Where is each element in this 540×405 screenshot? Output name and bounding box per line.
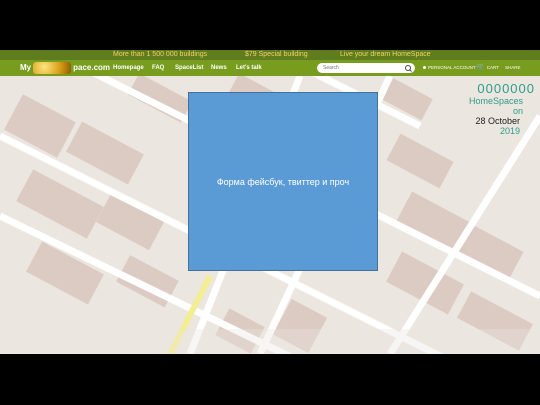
cart-label: CART — [486, 65, 499, 71]
nav-item-homepage[interactable]: Homepage — [113, 60, 144, 76]
banner-item-dream: Live your dream HomeSpace — [340, 51, 431, 58]
site-logo[interactable]: My pace.com — [20, 61, 110, 75]
banner-item-special: $79 Special building — [245, 51, 308, 58]
counter-date: 28 October — [475, 116, 520, 126]
slide: More than 1 500 000 buildings $79 Specia… — [0, 0, 540, 405]
counter-label: HomeSpaces — [468, 96, 523, 106]
counter-on: on — [512, 106, 523, 116]
logo-text-left: My — [20, 63, 32, 72]
user-icon — [423, 66, 426, 70]
nav-item-faq[interactable]: FAQ — [152, 60, 164, 76]
nav-item-news[interactable]: News — [211, 60, 227, 76]
search-icon[interactable] — [405, 65, 411, 71]
share-link[interactable]: SHARE — [505, 60, 521, 76]
placeholder-text: Форма фейсбук, твиттер и проч — [216, 176, 350, 187]
cart-link[interactable]: 🛒 CART — [476, 60, 499, 76]
counter-value: 0000000 — [477, 81, 535, 96]
search-box — [317, 63, 415, 73]
counter-year: 2019 — [499, 126, 520, 136]
main-navbar: My pace.com Homepage FAQ SpaceList News L… — [0, 60, 540, 76]
social-form-placeholder: Форма фейсбук, твиттер и проч — [188, 92, 378, 271]
search-input[interactable] — [323, 63, 403, 73]
nav-item-lets-talk[interactable]: Let's talk — [236, 60, 262, 76]
personal-account-label: PERSONAL ACCOUNT — [428, 65, 476, 70]
logo-text-right: pace.com — [73, 63, 111, 72]
cart-icon: 🛒 — [476, 64, 485, 71]
banner-item-buildings: More than 1 500 000 buildings — [113, 51, 208, 58]
top-banner: More than 1 500 000 buildings $79 Specia… — [0, 50, 540, 60]
homespaces-counter: 0000000 HomeSpaces on 28 October 2019 — [445, 81, 535, 137]
logo-house-icon — [33, 61, 72, 74]
personal-account-link[interactable]: PERSONAL ACCOUNT — [423, 60, 476, 76]
nav-item-spacelist[interactable]: SpaceList — [175, 60, 203, 76]
